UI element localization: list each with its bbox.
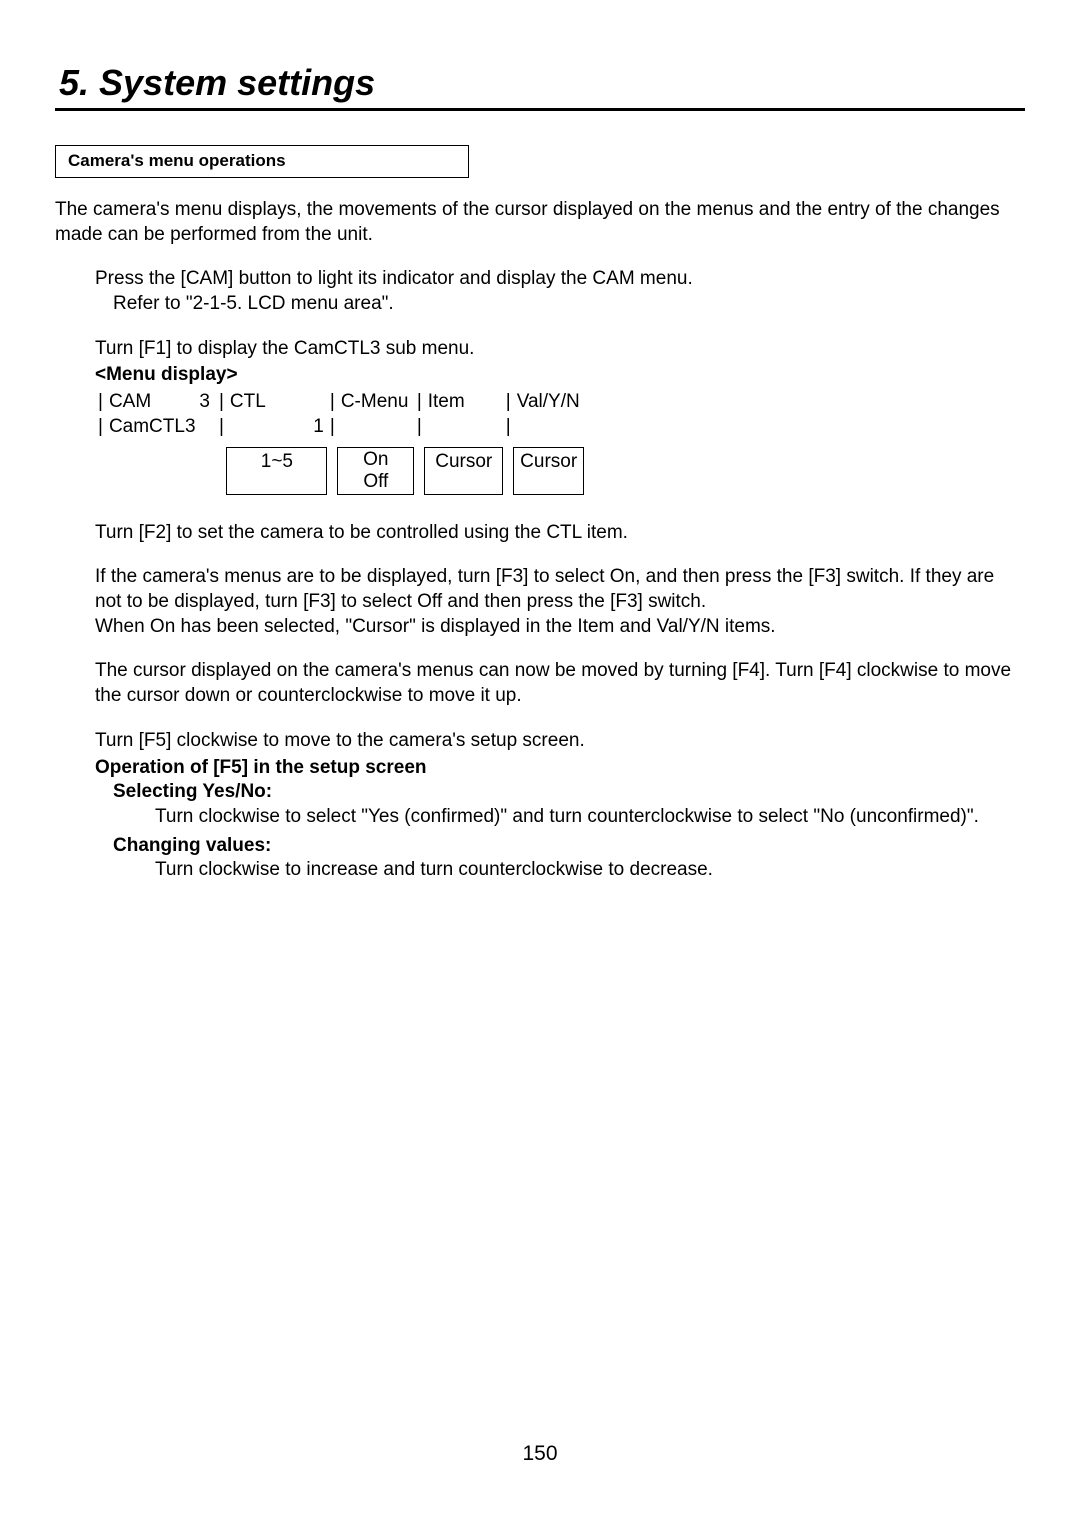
- cell: [425, 415, 503, 440]
- step-cam-button: Press the [CAM] button to light its indi…: [95, 267, 1025, 292]
- menu-row-options: 1~5 On Off Cursor Cursor: [95, 448, 584, 495]
- cell: [227, 415, 297, 440]
- f5-changing-body: Turn clockwise to increase and turn coun…: [155, 858, 1025, 883]
- pipe-icon: |: [95, 390, 106, 415]
- cell: CTL: [227, 390, 297, 415]
- section-heading-box: Camera's menu operations: [55, 145, 469, 178]
- menu-row-header: | CAM 3 | CTL | C-Menu | Item | Val/Y/N: [95, 390, 584, 415]
- cell: Val/Y/N: [514, 390, 584, 415]
- cell: CamCTL3: [106, 415, 216, 440]
- cell: [297, 390, 327, 415]
- pipe-icon: |: [503, 415, 514, 440]
- option-ctl: 1~5: [227, 448, 327, 495]
- menu-row-sub: | CamCTL3 | 1 | | |: [95, 415, 584, 440]
- cell: [338, 415, 414, 440]
- menu-display-label: <Menu display>: [95, 363, 1025, 388]
- pipe-icon: |: [216, 390, 227, 415]
- cell: CAM: [106, 390, 180, 415]
- f5-selecting-label: Selecting Yes/No:: [113, 780, 1025, 805]
- cell: C-Menu: [338, 390, 414, 415]
- pipe-icon: |: [216, 415, 227, 440]
- page-title: 5. System settings: [55, 62, 1025, 104]
- f5-changing-label: Changing values:: [113, 834, 1025, 859]
- title-underline: [55, 108, 1025, 111]
- step-f5: Turn [F5] clockwise to move to the camer…: [95, 729, 1025, 754]
- cell: 1: [297, 415, 327, 440]
- pipe-icon: |: [95, 415, 106, 440]
- menu-display-table: | CAM 3 | CTL | C-Menu | Item | Val/Y/N …: [95, 390, 1025, 495]
- pipe-icon: |: [414, 415, 425, 440]
- f5-selecting-body: Turn clockwise to select "Yes (confirmed…: [155, 805, 1025, 830]
- cell: [514, 415, 584, 440]
- option-cmenu-on: On: [338, 449, 413, 471]
- pipe-icon: |: [414, 390, 425, 415]
- option-item: Cursor: [425, 448, 503, 495]
- step-f2: Turn [F2] to set the camera to be contro…: [95, 521, 1025, 546]
- page-number: 150: [0, 1442, 1080, 1466]
- option-val: Cursor: [514, 448, 584, 495]
- step-f3-note: When On has been selected, "Cursor" is d…: [95, 616, 776, 637]
- pipe-icon: |: [503, 390, 514, 415]
- intro-paragraph: The camera's menu displays, the movement…: [55, 198, 1025, 247]
- step-f3-main: If the camera's menus are to be displaye…: [95, 566, 994, 612]
- pipe-icon: |: [327, 390, 338, 415]
- option-cmenu-off: Off: [338, 471, 413, 493]
- step-cam-reference: Refer to "2-1-5. LCD menu area".: [95, 292, 1025, 317]
- pipe-icon: |: [327, 415, 338, 440]
- step-f1: Turn [F1] to display the CamCTL3 sub men…: [95, 337, 1025, 362]
- option-cmenu: On Off: [338, 448, 414, 495]
- f5-heading: Operation of [F5] in the setup screen: [95, 756, 1025, 781]
- step-f4: The cursor displayed on the camera's men…: [95, 659, 1025, 708]
- cell: Item: [425, 390, 503, 415]
- cell: 3: [180, 390, 216, 415]
